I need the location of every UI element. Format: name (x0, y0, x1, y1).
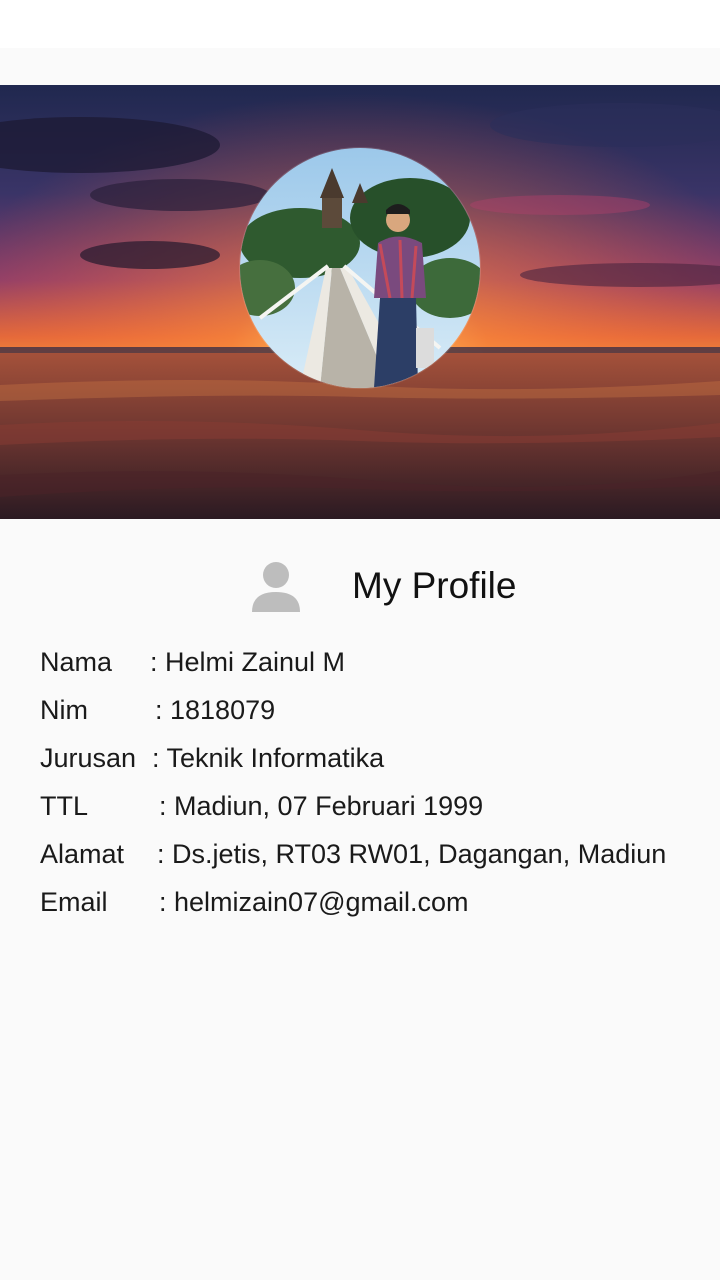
person-icon (246, 556, 306, 616)
info-value: : 1818079 (155, 695, 276, 725)
info-row-nim: Nim : 1818079 (40, 686, 700, 734)
info-label: TTL (40, 791, 89, 821)
info-row-nama: Nama : Helmi Zainul M (40, 638, 700, 686)
status-bar (0, 0, 720, 48)
info-row-jurusan: Jurusan : Teknik Informatika (40, 734, 700, 782)
info-row-alamat: Alamat : Ds.jetis, RT03 RW01, Dagangan, … (40, 830, 700, 878)
info-label: Email (40, 887, 108, 917)
info-value: : Teknik Informatika (152, 743, 385, 773)
profile-info-list: Nama : Helmi Zainul M Nim : 1818079 Juru… (40, 638, 700, 926)
info-label: Nama (40, 647, 113, 677)
info-value: : Helmi Zainul M (150, 647, 346, 677)
profile-title-row: My Profile (0, 548, 720, 624)
info-label: Nim (40, 695, 88, 725)
page-title: My Profile (352, 565, 517, 606)
info-label: Alamat (40, 839, 125, 869)
info-row-ttl: TTL : Madiun, 07 Februari 1999 (40, 782, 700, 830)
profile-photo (240, 148, 480, 388)
info-value: : Ds.jetis, RT03 RW01, Dagangan, Madiun (157, 839, 667, 869)
info-value: : helmizain07@gmail.com (159, 887, 469, 917)
info-label: Jurusan (40, 743, 137, 773)
profile-avatar (240, 148, 480, 388)
info-row-email: Email : helmizain07@gmail.com (40, 878, 700, 926)
info-value: : Madiun, 07 Februari 1999 (159, 791, 484, 821)
